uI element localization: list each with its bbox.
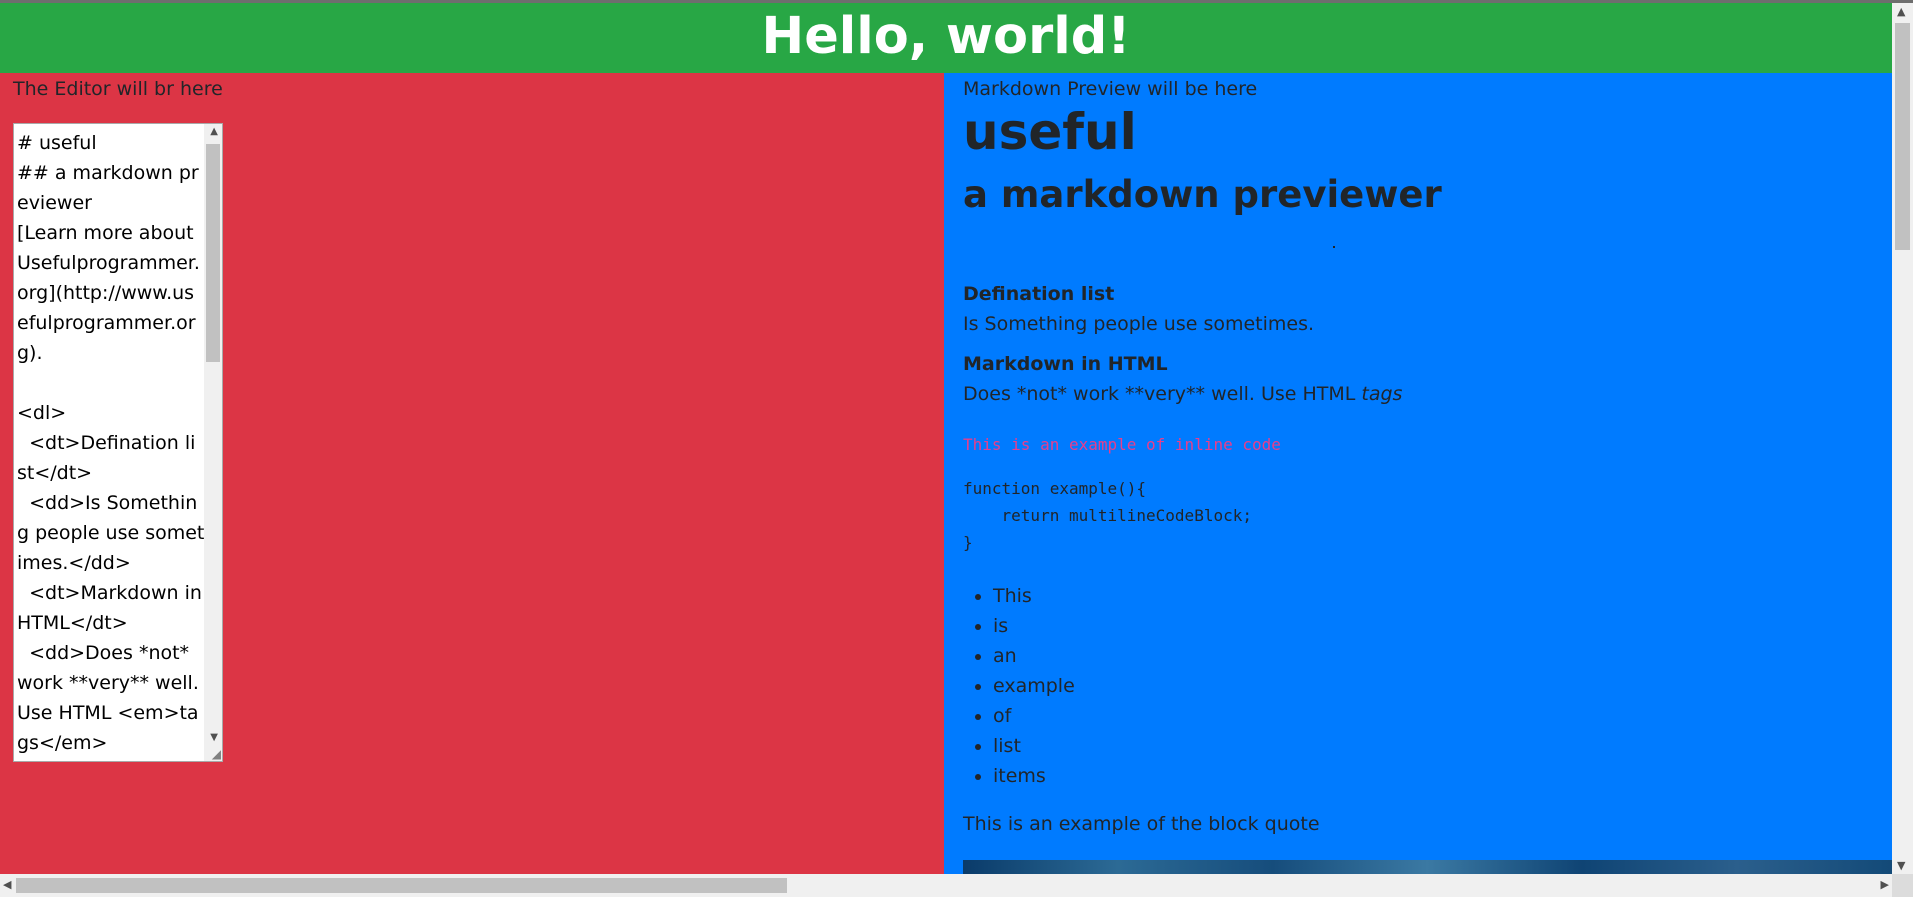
page-vertical-scrollbar-thumb[interactable] bbox=[1895, 23, 1910, 250]
scroll-left-arrow-icon[interactable]: ◀ bbox=[3, 878, 11, 891]
preview-caption: Markdown Preview will be here bbox=[963, 78, 1258, 100]
scroll-right-arrow-icon[interactable]: ▶ bbox=[1881, 878, 1889, 891]
editor-scrollbar[interactable]: ▲ ▼ bbox=[204, 124, 222, 761]
editor-scrollbar-thumb[interactable] bbox=[206, 144, 220, 362]
blockquote: This is an example of the block quote bbox=[963, 813, 1320, 835]
broken-link-dot bbox=[1333, 246, 1335, 248]
scroll-down-arrow-icon[interactable]: ▼ bbox=[210, 732, 218, 743]
scroll-up-arrow-icon[interactable]: ▲ bbox=[1897, 5, 1905, 18]
page-title: Hello, world! bbox=[761, 7, 1131, 66]
list-item: example bbox=[993, 671, 1075, 701]
definition-description: Does *not* work **very** well. Use HTML … bbox=[963, 383, 1403, 405]
resize-grip-icon[interactable]: ◢ bbox=[212, 747, 221, 761]
inline-code: This is an example of inline code bbox=[963, 435, 1281, 454]
page-vertical-scrollbar[interactable]: ▲ ▼ bbox=[1892, 3, 1913, 874]
scroll-up-arrow-icon[interactable]: ▲ bbox=[210, 126, 218, 137]
list-item: of bbox=[993, 701, 1075, 731]
page-horizontal-scrollbar-thumb[interactable] bbox=[16, 878, 787, 893]
definition-term: Markdown in HTML bbox=[963, 353, 1168, 375]
preview-heading-2: a markdown previewer bbox=[963, 173, 1442, 216]
preview-image bbox=[963, 860, 1892, 874]
list-item: items bbox=[993, 761, 1075, 791]
list-item: an bbox=[993, 641, 1075, 671]
definition-description: Is Something people use sometimes. bbox=[963, 313, 1315, 335]
list-item: is bbox=[993, 611, 1075, 641]
editor-text[interactable]: # useful ## a markdown previewer [Learn … bbox=[17, 128, 205, 758]
editor-pane: The Editor will br here # useful ## a ma… bbox=[0, 73, 944, 874]
code-block: function example(){ return multilineCode… bbox=[963, 479, 1252, 552]
definition-term: Defination list bbox=[963, 283, 1115, 305]
preview-pane: Markdown Preview will be here useful a m… bbox=[944, 73, 1892, 874]
editor-caption: The Editor will br here bbox=[13, 78, 223, 100]
preview-heading-1: useful bbox=[963, 103, 1137, 161]
scrollbar-corner bbox=[1892, 874, 1913, 897]
bullet-list: This is an example of list items bbox=[963, 581, 1075, 791]
page-header: Hello, world! bbox=[0, 3, 1892, 73]
markdown-editor-textarea[interactable]: # useful ## a markdown previewer [Learn … bbox=[13, 123, 223, 762]
page-horizontal-scrollbar[interactable]: ◀ ▶ bbox=[0, 874, 1892, 897]
emphasis-text: tags bbox=[1361, 383, 1403, 405]
list-item: This bbox=[993, 581, 1075, 611]
scroll-down-arrow-icon[interactable]: ▼ bbox=[1897, 859, 1905, 872]
list-item: list bbox=[993, 731, 1075, 761]
